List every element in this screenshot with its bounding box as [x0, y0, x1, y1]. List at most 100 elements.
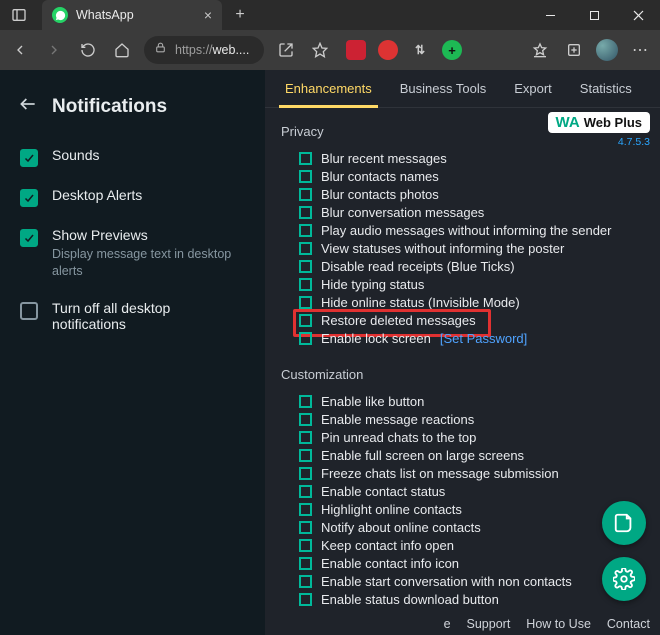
footer-link[interactable]: e	[444, 617, 451, 631]
setting-item[interactable]: Disable read receipts (Blue Ticks)	[299, 257, 646, 275]
extension-icon-4[interactable]: +	[442, 40, 462, 60]
extension-icon-1[interactable]	[346, 40, 366, 60]
checkbox[interactable]	[299, 539, 312, 552]
open-external-icon[interactable]	[274, 38, 298, 62]
checkbox[interactable]	[20, 149, 38, 167]
setting-item[interactable]: Blur contacts names	[299, 167, 646, 185]
checkbox[interactable]	[299, 224, 312, 237]
tab-actions-icon[interactable]	[8, 4, 30, 26]
setting-item[interactable]: Hide typing status	[299, 275, 646, 293]
setting-item[interactable]: Enable lock screen [Set Password]	[299, 329, 646, 347]
extension-tab[interactable]: Statistics	[566, 70, 646, 107]
checkbox[interactable]	[20, 229, 38, 247]
checkbox[interactable]	[299, 485, 312, 498]
setting-item[interactable]: Hide online status (Invisible Mode)	[299, 293, 646, 311]
setting-item[interactable]: Enable status download button	[299, 590, 646, 608]
extension-tab[interactable]: Enhancements	[271, 70, 386, 107]
minimize-button[interactable]	[528, 0, 572, 30]
checkbox[interactable]	[299, 557, 312, 570]
setting-item[interactable]: Pin unread chats to the top	[299, 428, 646, 446]
checkbox[interactable]	[299, 206, 312, 219]
checkbox[interactable]	[299, 242, 312, 255]
checkbox[interactable]	[299, 395, 312, 408]
footer-link[interactable]: Support	[467, 617, 511, 631]
checkbox[interactable]	[299, 296, 312, 309]
setting-item[interactable]: Pin unlimited chats (Web Only)	[299, 608, 646, 611]
set-password-link[interactable]: [Set Password]	[440, 331, 527, 346]
favorites-bar-icon[interactable]	[528, 38, 552, 62]
checkbox[interactable]	[299, 521, 312, 534]
checkbox[interactable]	[20, 189, 38, 207]
setting-item[interactable]: Enable full screen on large screens	[299, 446, 646, 464]
browser-toolbar: https://web.... ⇅ + ⋯	[0, 30, 660, 70]
checkbox[interactable]	[299, 260, 312, 273]
checkbox[interactable]	[299, 170, 312, 183]
checkbox[interactable]	[299, 467, 312, 480]
checkbox[interactable]	[299, 152, 312, 165]
back-arrow-icon[interactable]	[18, 94, 38, 119]
profile-avatar[interactable]	[596, 39, 618, 61]
setting-item[interactable]: View statuses without informing the post…	[299, 239, 646, 257]
option-label: Show Previews	[52, 227, 245, 243]
sticker-fab[interactable]	[602, 501, 646, 545]
checkbox[interactable]	[299, 449, 312, 462]
more-menu-icon[interactable]: ⋯	[628, 38, 652, 62]
maximize-button[interactable]	[572, 0, 616, 30]
setting-item[interactable]: Freeze chats list on message submission	[299, 464, 646, 482]
notification-option[interactable]: Show PreviewsDisplay message text in des…	[0, 217, 265, 290]
settings-fab[interactable]	[602, 557, 646, 601]
setting-item[interactable]: Blur recent messages	[299, 149, 646, 167]
close-window-button[interactable]	[616, 0, 660, 30]
setting-item[interactable]: Enable start conversation with non conta…	[299, 572, 646, 590]
setting-item[interactable]: Restore deleted messages	[299, 311, 646, 329]
checkbox[interactable]	[299, 503, 312, 516]
setting-item[interactable]: Enable like button	[299, 392, 646, 410]
tab-strip: WhatsApp × +	[42, 0, 254, 30]
setting-label: Freeze chats list on message submission	[321, 466, 559, 481]
setting-item[interactable]: Enable contact status	[299, 482, 646, 500]
setting-item[interactable]: Blur contacts photos	[299, 185, 646, 203]
checkbox[interactable]	[299, 593, 312, 606]
extension-tab[interactable]: Business Tools	[386, 70, 500, 107]
checkbox[interactable]	[299, 188, 312, 201]
new-tab-button[interactable]: +	[226, 1, 254, 29]
setting-label: View statuses without informing the post…	[321, 241, 564, 256]
setting-item[interactable]: Keep contact info open	[299, 536, 646, 554]
checkbox[interactable]	[299, 431, 312, 444]
setting-item[interactable]: Enable message reactions	[299, 410, 646, 428]
extension-tabs: EnhancementsBusiness ToolsExportStatisti…	[265, 70, 660, 108]
notification-option[interactable]: Turn off all desktop notifications	[0, 290, 265, 342]
back-button[interactable]	[8, 38, 32, 62]
address-bar[interactable]: https://web....	[144, 36, 264, 64]
refresh-button[interactable]	[76, 38, 100, 62]
notification-option[interactable]: Sounds	[0, 137, 265, 177]
forward-button[interactable]	[42, 38, 66, 62]
checkbox[interactable]	[20, 302, 38, 320]
checkbox[interactable]	[299, 278, 312, 291]
setting-item[interactable]: Notify about online contacts	[299, 518, 646, 536]
footer-links: e Support How to Use Contact	[444, 617, 650, 631]
webplus-logo[interactable]: WAWeb Plus	[548, 112, 650, 133]
setting-item[interactable]: Play audio messages without informing th…	[299, 221, 646, 239]
extension-icon-2[interactable]	[378, 40, 398, 60]
checkbox[interactable]	[299, 413, 312, 426]
extension-tab[interactable]: Export	[500, 70, 566, 107]
setting-item[interactable]: Enable contact info icon	[299, 554, 646, 572]
home-button[interactable]	[110, 38, 134, 62]
checkbox[interactable]	[299, 611, 312, 612]
favorite-icon[interactable]	[308, 38, 332, 62]
setting-item[interactable]: Highlight online contacts	[299, 500, 646, 518]
notification-option[interactable]: Desktop Alerts	[0, 177, 265, 217]
extension-icon-3[interactable]: ⇅	[410, 40, 430, 60]
footer-link[interactable]: How to Use	[526, 617, 591, 631]
close-tab-icon[interactable]: ×	[204, 7, 212, 23]
lock-icon	[154, 41, 167, 59]
footer-link[interactable]: Contact	[607, 617, 650, 631]
checkbox[interactable]	[299, 314, 312, 327]
checkbox[interactable]	[299, 332, 312, 345]
setting-label: Highlight online contacts	[321, 502, 462, 517]
checkbox[interactable]	[299, 575, 312, 588]
setting-item[interactable]: Blur conversation messages	[299, 203, 646, 221]
browser-tab[interactable]: WhatsApp ×	[42, 0, 222, 30]
collections-icon[interactable]	[562, 38, 586, 62]
